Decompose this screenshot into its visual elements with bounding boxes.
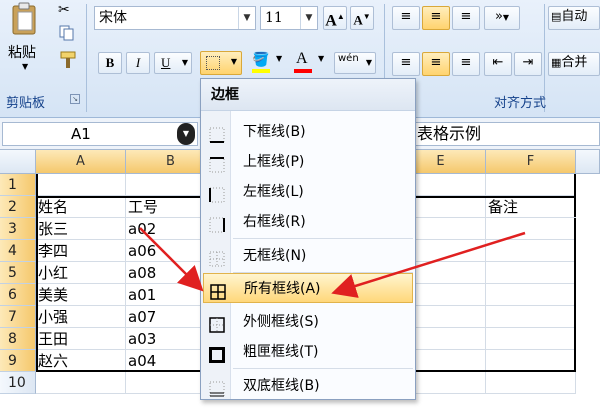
annotation-arrows <box>139 227 526 298</box>
arrow-from-left <box>139 227 204 292</box>
arrow-from-right <box>331 231 526 298</box>
